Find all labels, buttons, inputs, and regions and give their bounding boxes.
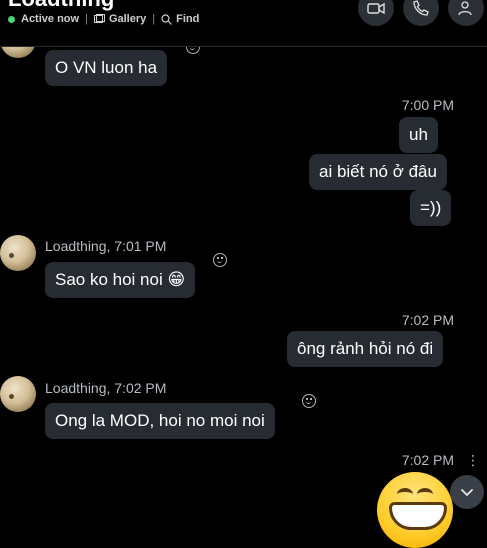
message-text: ông rảnh hỏi nó đi <box>297 339 434 358</box>
reaction-icon[interactable] <box>302 394 316 408</box>
chevron-down-icon <box>461 489 473 497</box>
gallery-label: Gallery <box>108 13 147 25</box>
grinning-face-emoji: 😁 <box>167 270 186 289</box>
message-text: ai biết nó ở đâu <box>319 162 437 181</box>
message-bubble-outgoing[interactable]: ông rảnh hỏi nó đi <box>287 331 444 367</box>
video-call-button[interactable] <box>358 0 394 26</box>
active-status-text: Active now <box>21 13 80 25</box>
phone-icon <box>413 0 429 16</box>
find-label: Find <box>176 13 200 25</box>
gallery-button[interactable]: Gallery <box>93 13 147 25</box>
add-person-button[interactable] <box>448 0 484 26</box>
more-options-icon[interactable]: ⋮ <box>466 452 480 469</box>
chat-subbar: Active now | Gallery | Find <box>8 13 199 25</box>
grinning-face-emoji-large[interactable] <box>377 472 453 548</box>
message-text: Sao ko hoi noi <box>55 270 163 289</box>
message-text: Ong la MOD, hoi no moi noi <box>55 411 265 430</box>
avatar[interactable] <box>0 376 36 412</box>
message-bubble-outgoing[interactable]: ai biết nó ở đâu <box>309 154 447 190</box>
message-timestamp: 7:00 PM <box>401 97 454 113</box>
search-icon <box>161 13 173 25</box>
message-list[interactable]: O VN luon ha 7:00 PM uh ai biết nó ở đâu… <box>0 0 487 548</box>
separator: | <box>85 13 88 25</box>
gallery-icon <box>93 14 105 23</box>
sender-name-time: Loadthing, 7:02 PM <box>45 380 167 396</box>
reaction-icon[interactable] <box>213 253 227 267</box>
message-text: O VN luon ha <box>55 58 158 77</box>
find-button[interactable]: Find <box>161 13 199 25</box>
sender-name-time: Loadthing, 7:01 PM <box>45 238 167 254</box>
message-bubble-incoming[interactable]: Sao ko hoi noi 😁 <box>45 262 196 298</box>
add-person-icon <box>458 1 472 16</box>
message-bubble-outgoing[interactable]: uh <box>399 117 438 153</box>
message-timestamp: 7:02 PM <box>401 312 454 328</box>
chat-header: Loadthing Active now | Gallery | Find <box>0 0 487 47</box>
message-text: =)) <box>420 198 442 217</box>
active-status-dot <box>8 15 15 23</box>
message-bubble-incoming[interactable]: O VN luon ha <box>45 50 168 86</box>
audio-call-button[interactable] <box>403 0 439 26</box>
chat-title: Loadthing <box>8 0 114 12</box>
separator: | <box>152 13 156 25</box>
video-call-icon <box>367 2 385 15</box>
message-bubble-outgoing[interactable]: =)) <box>410 190 452 226</box>
message-timestamp: 7:02 PM <box>401 452 454 468</box>
message-text: uh <box>409 125 428 144</box>
avatar[interactable] <box>0 235 36 271</box>
scroll-to-bottom-button[interactable] <box>450 475 484 509</box>
message-bubble-incoming[interactable]: Ong la MOD, hoi no moi noi <box>45 403 275 439</box>
